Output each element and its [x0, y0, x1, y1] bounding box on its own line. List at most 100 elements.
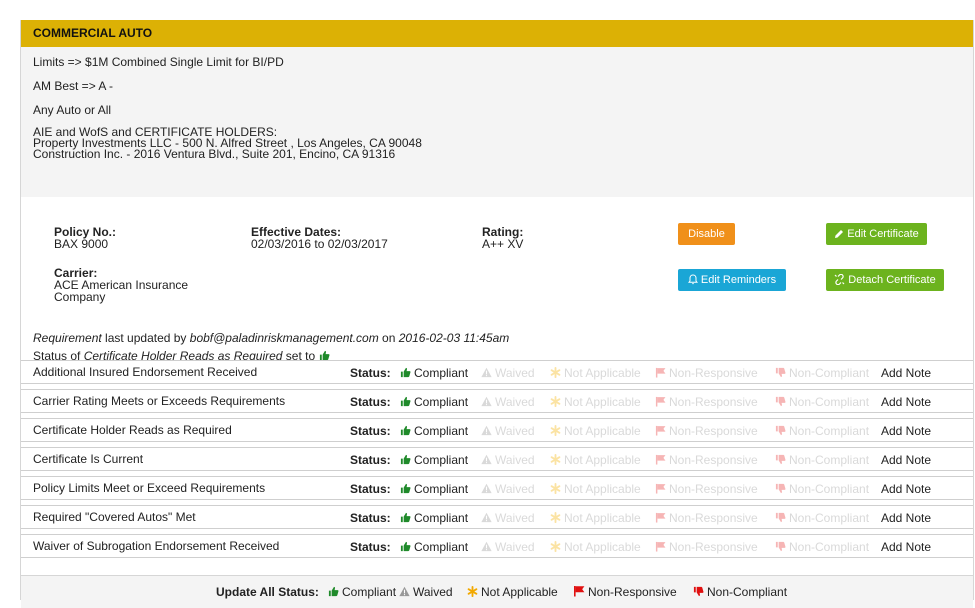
- status-option-label: Not Applicable: [564, 540, 641, 554]
- rating-value: A++ XV: [482, 237, 524, 251]
- status-option-not-applicable[interactable]: Not Applicable: [550, 511, 641, 525]
- update-all-bar: Update All Status: Compliant Waived Not …: [21, 575, 973, 608]
- status-option-compliant[interactable]: Compliant: [400, 453, 468, 467]
- status-option-label: Compliant: [414, 366, 469, 380]
- table-row: Waiver of Subrogation Endorsement Receiv…: [21, 534, 973, 558]
- warning-icon: [481, 454, 492, 465]
- add-note-link[interactable]: Add Note: [881, 366, 931, 380]
- thumbs-down-icon: [775, 367, 786, 378]
- edit-certificate-label: Edit Certificate: [847, 228, 919, 240]
- status-option-non-compliant[interactable]: Non-Compliant: [775, 424, 869, 438]
- status-option-non-responsive[interactable]: Non-Responsive: [655, 511, 758, 525]
- update-all-non-responsive-label: Non-Responsive: [588, 585, 677, 599]
- edit-reminders-button[interactable]: Edit Reminders: [678, 269, 786, 291]
- bell-icon: [687, 274, 698, 285]
- effective-value: 02/03/2016 to 02/03/2017: [251, 237, 388, 251]
- thumbs-down-icon: [775, 541, 786, 552]
- status-option-not-applicable[interactable]: Not Applicable: [550, 453, 641, 467]
- status-option-non-responsive[interactable]: Non-Responsive: [655, 366, 758, 380]
- status-option-label: Non-Responsive: [669, 395, 758, 409]
- status-label: Status:: [350, 395, 391, 409]
- status-option-non-compliant[interactable]: Non-Compliant: [775, 482, 869, 496]
- status-option-compliant[interactable]: Compliant: [400, 424, 468, 438]
- disable-button[interactable]: Disable: [678, 223, 735, 245]
- status-option-non-compliant[interactable]: Non-Compliant: [775, 366, 869, 380]
- status-option-label: Non-Responsive: [669, 424, 758, 438]
- update-all-non-compliant[interactable]: Non-Compliant: [693, 585, 787, 599]
- status-option-non-compliant[interactable]: Non-Compliant: [775, 540, 869, 554]
- update-all-not-applicable[interactable]: Not Applicable: [467, 585, 558, 599]
- update-all-compliant-label: Compliant: [342, 585, 397, 599]
- status-option-waived[interactable]: Waived: [481, 395, 535, 409]
- requirement-name: Carrier Rating Meets or Exceeds Requirem…: [33, 394, 286, 408]
- status-option-non-responsive[interactable]: Non-Responsive: [655, 424, 758, 438]
- status-option-not-applicable[interactable]: Not Applicable: [550, 395, 641, 409]
- status-option-not-applicable[interactable]: Not Applicable: [550, 482, 641, 496]
- add-note-link[interactable]: Add Note: [881, 395, 931, 409]
- thumbs-up-icon: [400, 541, 411, 552]
- status-option-waived[interactable]: Waived: [481, 424, 535, 438]
- thumbs-up-icon: [400, 425, 411, 436]
- warning-icon: [481, 483, 492, 494]
- requirement-word: Requirement: [33, 331, 102, 345]
- thumbs-up-icon: [400, 454, 411, 465]
- rating-field: Rating: A++ XV: [482, 226, 523, 250]
- update-all-label: Update All Status:: [216, 585, 319, 599]
- status-option-waived[interactable]: Waived: [481, 482, 535, 496]
- status-option-label: Compliant: [414, 511, 469, 525]
- add-note-link[interactable]: Add Note: [881, 482, 931, 496]
- status-option-compliant[interactable]: Compliant: [400, 366, 468, 380]
- status-option-label: Compliant: [414, 424, 469, 438]
- table-row: Certificate Holder Reads as Required Stat…: [21, 418, 973, 442]
- flag-icon: [655, 454, 666, 465]
- add-note-link[interactable]: Add Note: [881, 453, 931, 467]
- status-option-non-compliant[interactable]: Non-Compliant: [775, 453, 869, 467]
- status-option-non-responsive[interactable]: Non-Responsive: [655, 482, 758, 496]
- status-option-label: Waived: [495, 424, 535, 438]
- status-option-compliant[interactable]: Compliant: [400, 511, 468, 525]
- status-option-label: Not Applicable: [564, 395, 641, 409]
- status-option-label: Non-Responsive: [669, 482, 758, 496]
- status-option-non-responsive[interactable]: Non-Responsive: [655, 453, 758, 467]
- unlink-icon: [834, 273, 845, 286]
- warning-icon: [481, 425, 492, 436]
- status-option-non-compliant[interactable]: Non-Compliant: [775, 395, 869, 409]
- status-label: Status:: [350, 453, 391, 467]
- status-option-non-responsive[interactable]: Non-Responsive: [655, 540, 758, 554]
- add-note-link[interactable]: Add Note: [881, 424, 931, 438]
- status-option-label: Not Applicable: [564, 482, 641, 496]
- status-option-waived[interactable]: Waived: [481, 366, 535, 380]
- status-option-compliant[interactable]: Compliant: [400, 540, 468, 554]
- warning-icon: [399, 586, 410, 597]
- add-note-link[interactable]: Add Note: [881, 511, 931, 525]
- req-limits: Limits => $1M Combined Single Limit for …: [33, 55, 284, 69]
- thumbs-down-icon: [775, 512, 786, 523]
- updated-by-user: bobf@paladinriskmanagement.com: [189, 331, 379, 345]
- pencil-icon: [835, 230, 844, 238]
- update-all-compliant[interactable]: Compliant: [328, 585, 396, 599]
- status-option-compliant[interactable]: Compliant: [400, 395, 468, 409]
- status-option-waived[interactable]: Waived: [481, 511, 535, 525]
- edit-certificate-button[interactable]: Edit Certificate: [826, 223, 927, 245]
- detach-certificate-label: Detach Certificate: [848, 274, 936, 286]
- status-option-label: Waived: [495, 511, 535, 525]
- status-label: Status:: [350, 482, 391, 496]
- table-row: Certificate Is Current Status: Compliant Wa…: [21, 447, 973, 471]
- status-option-non-responsive[interactable]: Non-Responsive: [655, 395, 758, 409]
- detach-certificate-button[interactable]: Detach Certificate: [826, 269, 944, 291]
- status-option-not-applicable[interactable]: Not Applicable: [550, 366, 641, 380]
- status-option-label: Non-Responsive: [669, 366, 758, 380]
- requirement-name: Certificate Holder Reads as Required: [33, 423, 232, 437]
- add-note-link[interactable]: Add Note: [881, 540, 931, 554]
- status-option-not-applicable[interactable]: Not Applicable: [550, 540, 641, 554]
- edit-reminders-label: Edit Reminders: [700, 274, 777, 286]
- status-option-waived[interactable]: Waived: [481, 540, 535, 554]
- asterisk-icon: [550, 483, 561, 494]
- status-option-not-applicable[interactable]: Not Applicable: [550, 424, 641, 438]
- update-all-waived[interactable]: Waived: [399, 585, 453, 599]
- status-option-compliant[interactable]: Compliant: [400, 482, 468, 496]
- update-all-non-responsive[interactable]: Non-Responsive: [573, 585, 677, 599]
- status-option-label: Compliant: [414, 540, 469, 554]
- status-option-waived[interactable]: Waived: [481, 453, 535, 467]
- status-option-non-compliant[interactable]: Non-Compliant: [775, 511, 869, 525]
